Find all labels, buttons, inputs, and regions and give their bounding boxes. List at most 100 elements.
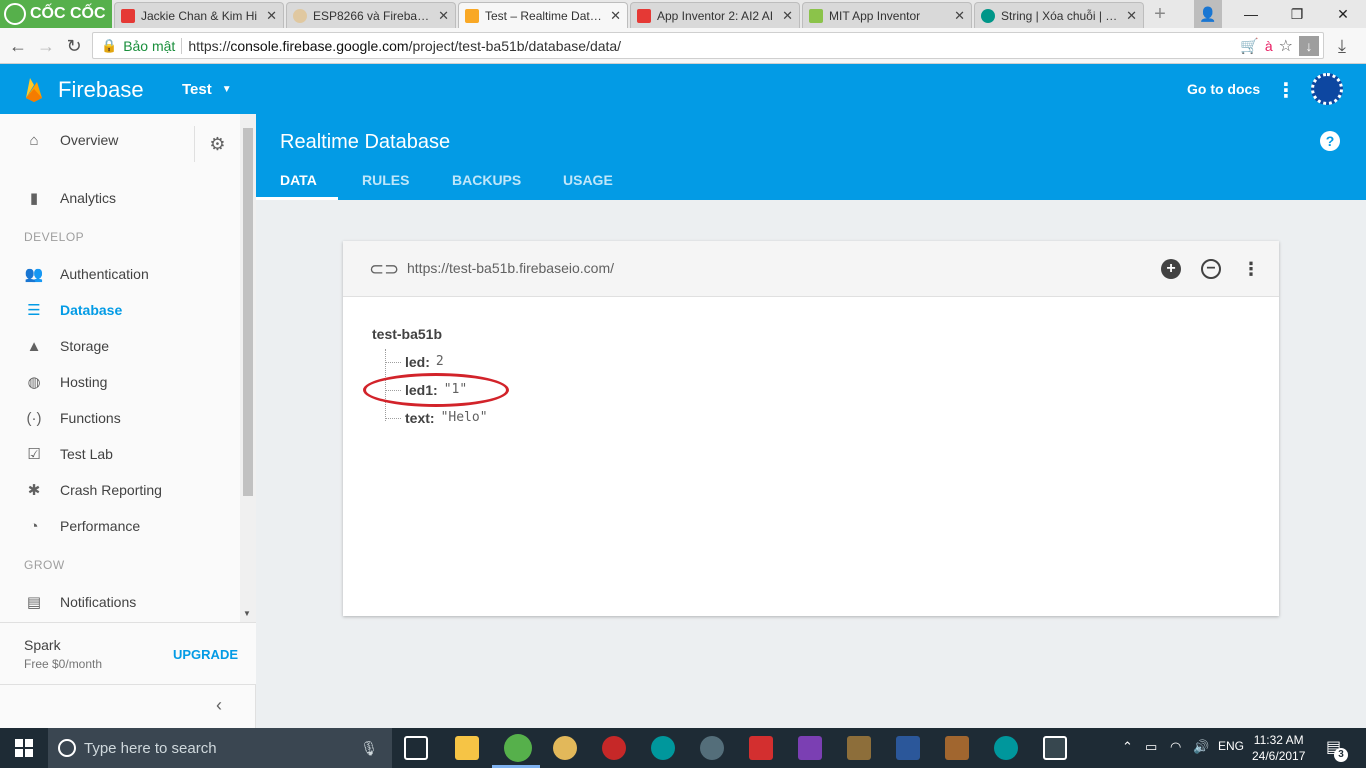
divider: [181, 37, 183, 54]
file-explorer-icon[interactable]: [455, 736, 479, 760]
database-card-header: ⊂⊃ https://test-ba51b.firebaseio.com/ + …: [343, 241, 1279, 297]
arduino-icon[interactable]: [994, 736, 1018, 760]
sidebar-item-label: Functions: [60, 410, 121, 426]
settings-gear-icon[interactable]: ⚙: [194, 126, 240, 162]
scroll-down-icon[interactable]: ▼: [243, 609, 251, 618]
visual-studio-icon[interactable]: [798, 736, 822, 760]
new-tab-button[interactable]: +: [1146, 0, 1174, 28]
sublime-icon[interactable]: [945, 736, 969, 760]
tab-backups[interactable]: BACKUPS: [452, 172, 521, 188]
downloads-icon[interactable]: ⤓: [1330, 34, 1354, 58]
sidebar-item-analytics[interactable]: ▮ Analytics: [0, 180, 240, 216]
link-icon: ⊂⊃: [369, 259, 400, 279]
remove-icon[interactable]: −: [1201, 259, 1221, 279]
back-button[interactable]: ←: [6, 34, 30, 58]
coccoc-logo-icon: [4, 3, 26, 25]
sidebar-item-crash-reporting[interactable]: ✱ Crash Reporting: [0, 472, 240, 508]
project-name: Test: [182, 81, 212, 98]
chevron-up-icon[interactable]: ⌃: [1122, 739, 1133, 755]
coccoc-taskbar-icon[interactable]: [504, 734, 532, 762]
firebase-wordmark[interactable]: Firebase: [58, 77, 144, 103]
ic-app-icon[interactable]: [749, 736, 773, 760]
plan-name: Spark: [24, 637, 61, 653]
atom-icon[interactable]: [700, 736, 724, 760]
sidebar-item-authentication[interactable]: 👥 Authentication: [0, 256, 240, 292]
close-tab-icon[interactable]: ✕: [1126, 8, 1137, 24]
shopping-cart-icon[interactable]: 🛒: [1240, 37, 1259, 55]
bookmark-star-icon[interactable]: ☆: [1279, 36, 1293, 56]
close-tab-icon[interactable]: ✕: [782, 8, 793, 24]
close-tab-icon[interactable]: ✕: [438, 8, 449, 24]
profile-icon[interactable]: 👤: [1194, 0, 1222, 28]
scrollbar-thumb[interactable]: [243, 128, 253, 496]
db-root-node[interactable]: test-ba51b: [372, 326, 442, 342]
battery-icon[interactable]: ▭: [1145, 739, 1157, 755]
task-view-icon[interactable]: [404, 736, 428, 760]
browser-tab[interactable]: MIT App Inventor ✕: [802, 2, 972, 28]
browser-toolbar: ← → ↻ 🔒 Bảo mật https://console.firebase…: [0, 28, 1366, 64]
help-icon[interactable]: ?: [1320, 131, 1340, 151]
image-icon: ▲: [26, 337, 42, 355]
sidebar-item-storage[interactable]: ▲ Storage: [0, 328, 240, 364]
browser-tab[interactable]: String | Xóa chuỗi | Cô ✕: [974, 2, 1144, 28]
database-url[interactable]: https://test-ba51b.firebaseio.com/: [407, 260, 614, 276]
go-to-docs-link[interactable]: Go to docs: [1187, 81, 1260, 97]
sidebar-item-hosting[interactable]: ◍ Hosting: [0, 364, 240, 400]
notification-badge: 3: [1334, 748, 1348, 762]
clock-date: 24/6/2017: [1252, 749, 1306, 763]
app-icon[interactable]: [847, 736, 871, 760]
chevron-left-icon[interactable]: ‹: [216, 695, 222, 716]
sidebar-item-performance[interactable]: ◔ Performance: [0, 508, 240, 544]
db-child-node[interactable]: led: 2: [405, 354, 444, 370]
tab-label: String | Xóa chuỗi | Cô: [1001, 8, 1121, 23]
more-vert-icon[interactable]: ⋮: [1241, 259, 1261, 279]
db-child-node[interactable]: text: "Helo": [405, 410, 488, 426]
upgrade-button[interactable]: UPGRADE: [173, 647, 238, 662]
arduino-icon[interactable]: [651, 736, 675, 760]
project-selector[interactable]: Test ▼: [182, 81, 232, 99]
address-bar[interactable]: 🔒 Bảo mật https://console.firebase.googl…: [92, 32, 1324, 59]
account-avatar[interactable]: [1311, 73, 1343, 105]
message-icon: ▤: [26, 594, 42, 611]
sidebar-item-database[interactable]: ☰ Database: [0, 292, 240, 328]
add-child-icon[interactable]: +: [1161, 259, 1181, 279]
close-tab-icon[interactable]: ✕: [610, 8, 621, 24]
app-icon[interactable]: [602, 736, 626, 760]
close-tab-icon[interactable]: ✕: [954, 8, 965, 24]
browser-tab[interactable]: Jackie Chan & Kim Hi ✕: [114, 2, 284, 28]
restore-button[interactable]: ❐: [1274, 0, 1320, 28]
download-extension-icon[interactable]: ↓: [1299, 35, 1319, 56]
paint-icon[interactable]: [553, 736, 577, 760]
windows-start-button[interactable]: [0, 728, 48, 768]
forward-button[interactable]: →: [34, 34, 58, 58]
sidebar-item-overview[interactable]: ⌂ Overview: [0, 122, 190, 158]
tab-usage[interactable]: USAGE: [563, 172, 613, 188]
wifi-icon[interactable]: ◠: [1170, 739, 1181, 755]
node-value[interactable]: 2: [436, 354, 444, 370]
word-icon[interactable]: [896, 736, 920, 760]
minimize-button[interactable]: —: [1228, 0, 1274, 28]
sidebar-item-notifications[interactable]: ▤ Notifications: [0, 584, 240, 620]
system-clock[interactable]: 11:32 AM 24/6/2017: [1252, 732, 1305, 764]
photos-icon[interactable]: [1043, 736, 1067, 760]
sidebar-item-test-lab[interactable]: ☑ Test Lab: [0, 436, 240, 472]
taskbar-search-box[interactable]: Type here to search 🎙: [48, 728, 392, 768]
node-value[interactable]: "Helo": [441, 410, 488, 426]
tab-rules[interactable]: RULES: [362, 172, 409, 188]
microphone-icon[interactable]: 🎙: [360, 740, 378, 757]
volume-icon[interactable]: 🔊: [1193, 739, 1209, 755]
browser-tab-active[interactable]: Test – Realtime Databa ✕: [458, 2, 628, 28]
more-vert-icon[interactable]: ⋮: [1276, 78, 1296, 103]
coccoc-brand-button[interactable]: CỐC CỐC: [0, 0, 112, 28]
close-tab-icon[interactable]: ✕: [266, 8, 277, 24]
close-window-button[interactable]: ✕: [1320, 0, 1366, 28]
spell-icon[interactable]: à: [1265, 38, 1273, 54]
page-title: Realtime Database: [280, 131, 451, 153]
secure-label: Bảo mật: [123, 37, 176, 54]
reload-button[interactable]: ↻: [62, 34, 86, 58]
sidebar-item-functions[interactable]: (·) Functions: [0, 400, 240, 436]
browser-tab[interactable]: App Inventor 2: AI2 AI ✕: [630, 2, 800, 28]
tab-data[interactable]: DATA: [280, 172, 317, 188]
language-indicator[interactable]: ENG: [1218, 739, 1244, 753]
browser-tab[interactable]: ESP8266 và Firebase | ✕: [286, 2, 456, 28]
